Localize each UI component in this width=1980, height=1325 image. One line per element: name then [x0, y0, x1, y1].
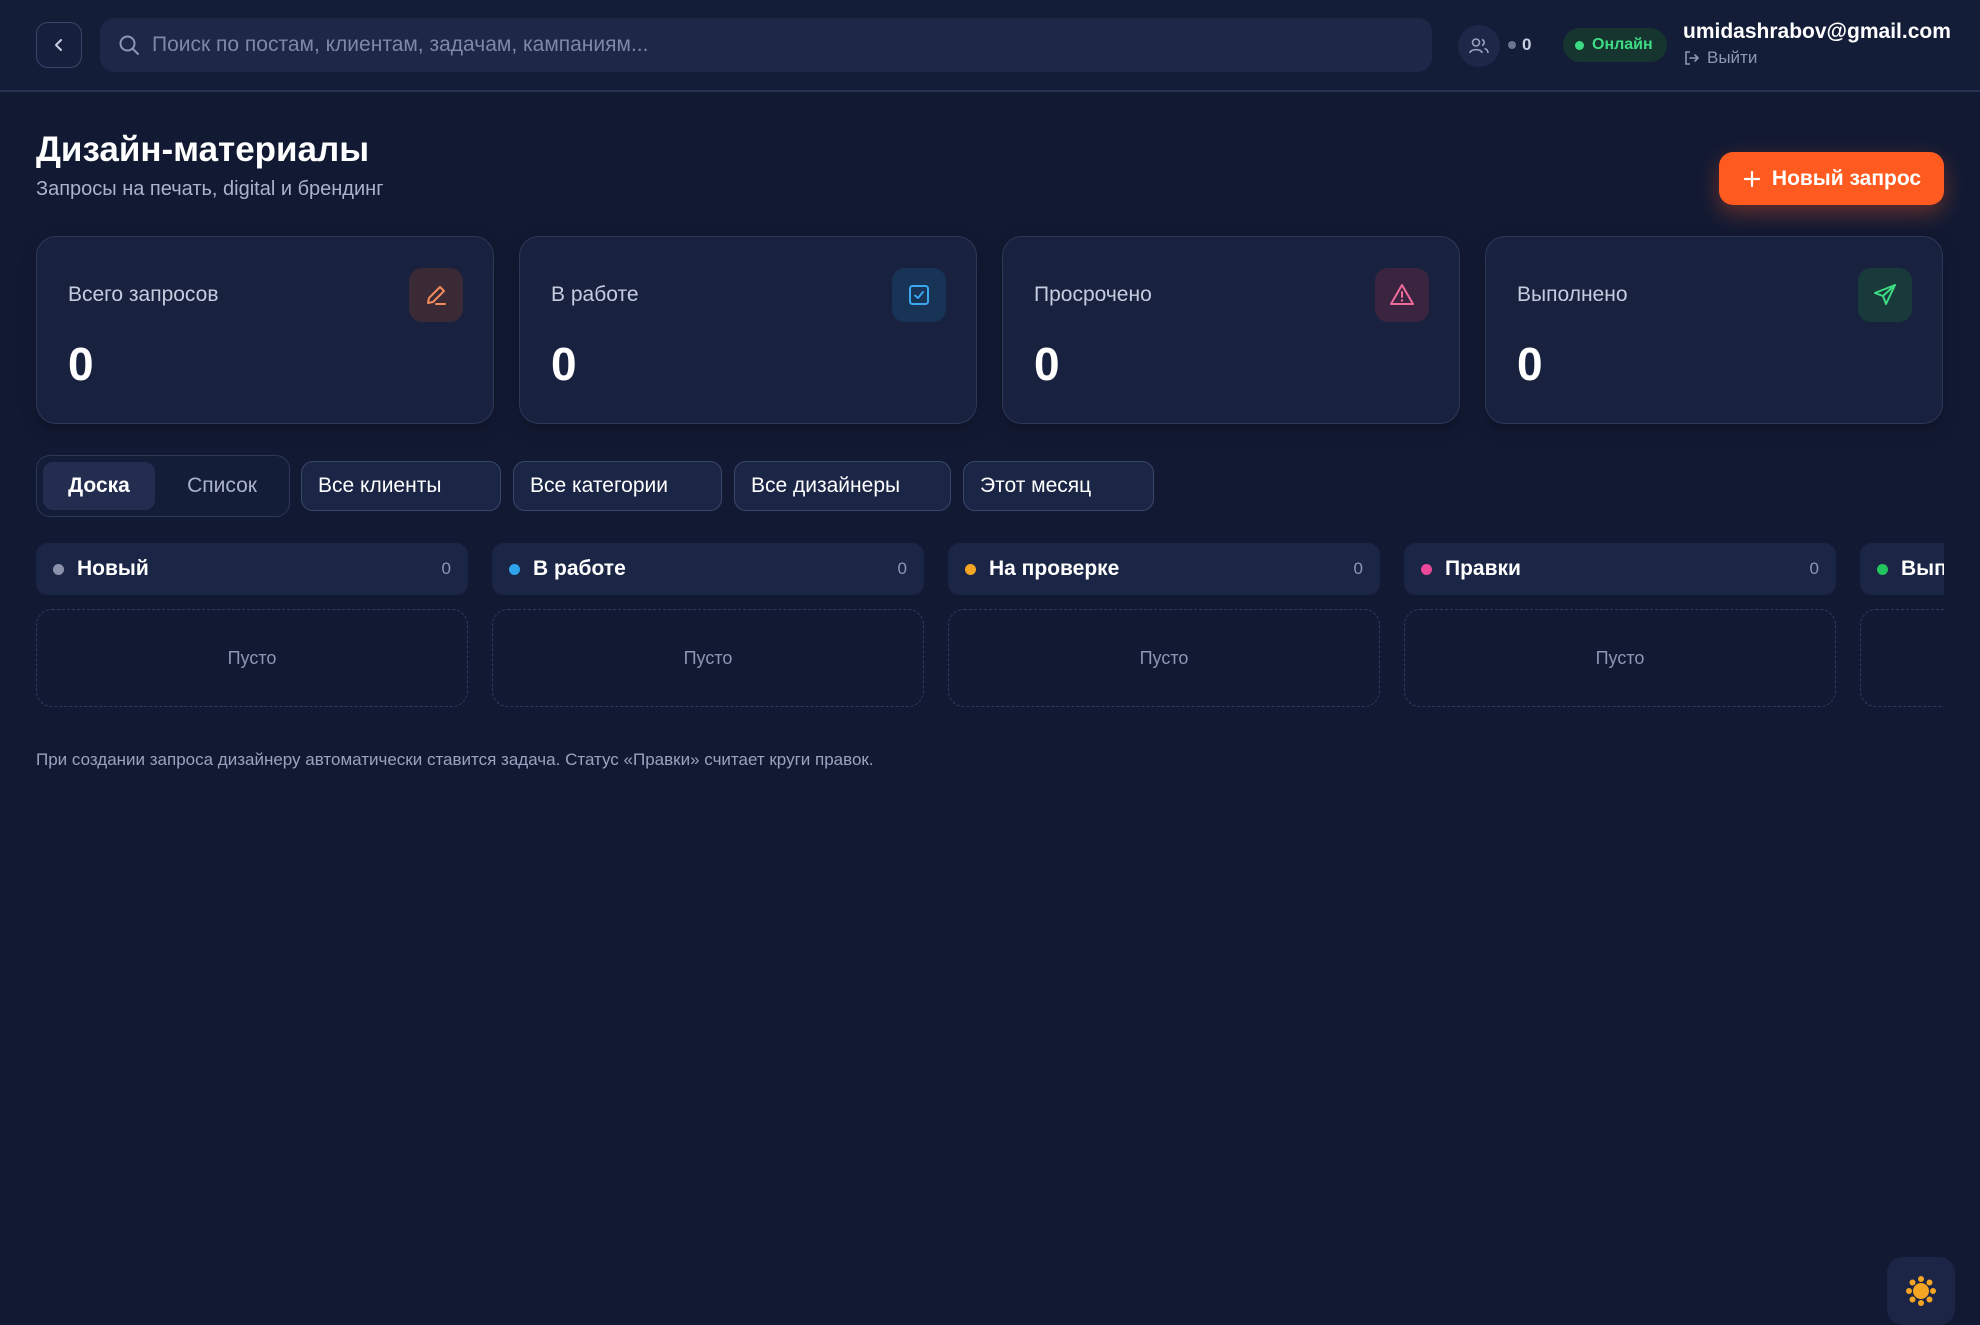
stat-card-done: Выполнено 0 [1485, 236, 1943, 424]
stat-icon-box [892, 268, 946, 322]
column-empty-dropzone[interactable]: Пусто [36, 609, 468, 707]
warning-icon [1390, 284, 1414, 305]
view-toggle: Доска Список [36, 455, 290, 517]
logout-link[interactable]: Выйти [1683, 48, 1973, 68]
column-header: Новый 0 [36, 543, 468, 595]
online-users-button[interactable] [1458, 25, 1500, 67]
stat-icon-box [409, 268, 463, 322]
search-input[interactable] [152, 33, 1352, 57]
top-bar: 0 Онлайн umidashrabov@gmail.com Выйти [0, 0, 1980, 92]
stat-value: 0 [68, 338, 94, 390]
pencil-icon [427, 286, 446, 305]
stat-value: 0 [551, 338, 577, 390]
column-header: В работе 0 [492, 543, 924, 595]
kanban-column-review: На проверке 0 Пусто [948, 543, 1380, 707]
stat-card-overdue: Просрочено 0 [1002, 236, 1460, 424]
chevron-left-icon [55, 39, 62, 51]
send-icon [1874, 284, 1896, 305]
column-count: 0 [897, 559, 907, 578]
view-list-tab[interactable]: Список [159, 462, 285, 510]
column-header: Вып [1860, 543, 1944, 595]
column-title: Вып [1901, 557, 1944, 580]
column-status-dot [965, 563, 976, 575]
column-count: 0 [1353, 559, 1363, 578]
filter-clients-select[interactable]: Все клиенты [301, 461, 501, 511]
stat-icon-box [1375, 268, 1429, 322]
stat-value: 0 [1034, 338, 1060, 390]
stat-label: Просрочено [1034, 283, 1152, 306]
status-label: Онлайн [1592, 36, 1653, 53]
kanban-column-new: Новый 0 Пусто [36, 543, 468, 707]
stat-card-in-progress: В работе 0 [519, 236, 977, 424]
column-title: В работе [533, 557, 626, 580]
filter-categories-select[interactable]: Все категории [513, 461, 722, 511]
column-empty-dropzone[interactable]: Пусто [1404, 609, 1836, 707]
column-count: 0 [1809, 559, 1819, 578]
column-count: 0 [441, 559, 451, 578]
kanban-column-revisions: Правки 0 Пусто [1404, 543, 1836, 707]
account-info: umidashrabov@gmail.com Выйти [1683, 20, 1973, 68]
column-status-dot [1877, 563, 1888, 575]
column-status-dot [1421, 563, 1432, 575]
new-request-label: Новый запрос [1771, 166, 1922, 190]
stat-value: 0 [1517, 338, 1543, 390]
online-users-count: 0 [1508, 33, 1531, 57]
online-users-count-value: 0 [1522, 35, 1532, 54]
column-status-dot [53, 563, 64, 575]
column-header: Правки 0 [1404, 543, 1836, 595]
column-title: На проверке [989, 557, 1120, 580]
column-header: На проверке 0 [948, 543, 1380, 595]
search-bar[interactable] [100, 18, 1432, 72]
column-title: Правки [1445, 557, 1521, 580]
theme-toggle-button[interactable] [1887, 1257, 1955, 1325]
status-badge: Онлайн [1563, 28, 1667, 62]
board-footnote: При создании запроса дизайнеру автоматич… [36, 750, 874, 769]
status-dot [1575, 40, 1584, 50]
stat-label: В работе [551, 283, 639, 306]
column-empty-dropzone[interactable] [1860, 609, 1944, 707]
users-icon [1469, 38, 1489, 54]
search-icon [119, 35, 139, 55]
column-empty-dropzone[interactable]: Пусто [948, 609, 1380, 707]
kanban-column-in-progress: В работе 0 Пусто [492, 543, 924, 707]
sun-icon [1906, 1276, 1936, 1306]
count-dot [1508, 41, 1516, 49]
stat-icon-box [1858, 268, 1912, 322]
checkbox-icon [909, 285, 929, 305]
plus-icon [1743, 170, 1761, 187]
stat-card-total: Всего запросов 0 [36, 236, 494, 424]
column-status-dot [509, 563, 520, 575]
page-subtitle: Запросы на печать, digital и брендинг [36, 178, 384, 200]
controls-row: Доска Список Все клиенты Все категории В… [36, 455, 1944, 517]
back-button[interactable] [36, 22, 82, 68]
logout-label: Выйти [1707, 48, 1758, 67]
filter-designers-select[interactable]: Все дизайнеры [734, 461, 951, 511]
column-empty-dropzone[interactable]: Пусто [492, 609, 924, 707]
stats-row: Всего запросов 0 В работе 0 Просрочено 0 [36, 236, 1944, 424]
new-request-button[interactable]: Новый запрос [1719, 152, 1944, 205]
page-title: Дизайн-материалы [36, 130, 370, 169]
filter-period-select[interactable]: Этот месяц [963, 461, 1154, 511]
column-title: Новый [77, 557, 149, 580]
user-email: umidashrabov@gmail.com [1683, 20, 1951, 43]
logout-icon [1685, 51, 1699, 65]
kanban-board: Новый 0 Пусто В работе 0 Пусто На провер… [36, 543, 1944, 713]
kanban-column-done: Вып [1860, 543, 1944, 707]
stat-label: Выполнено [1517, 283, 1628, 306]
stat-label: Всего запросов [68, 283, 219, 306]
view-board-tab[interactable]: Доска [43, 462, 155, 510]
